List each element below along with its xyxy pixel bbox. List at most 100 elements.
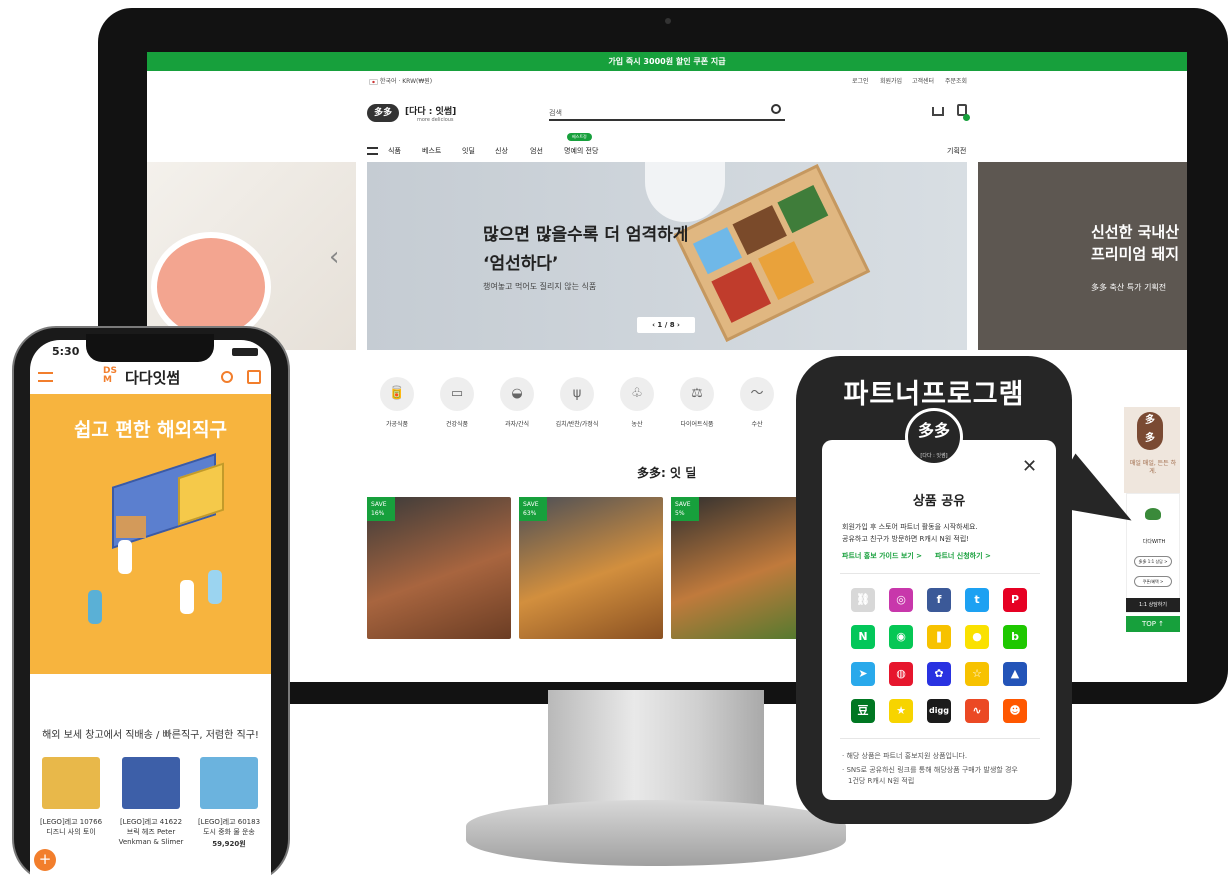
chat-button[interactable]: 1:1 상담하기: [1126, 598, 1180, 612]
naver-icon[interactable]: N: [851, 625, 875, 649]
brand-name: [다다 : 잇썸]: [405, 107, 457, 117]
save-label: SAVE: [675, 501, 691, 508]
telegram-icon[interactable]: ➤: [851, 662, 875, 686]
floating-plus-button[interactable]: +: [34, 849, 56, 871]
side-consult-pill[interactable]: 多多 1:1 상담 >: [1134, 556, 1172, 567]
weibo-icon[interactable]: ◍: [889, 662, 913, 686]
product-name: [LEGO]레고 60183 도시 중화 물 운송: [197, 818, 261, 836]
category-health[interactable]: ▭ 건강식품: [427, 377, 487, 428]
hero-title-line2: ‘엄선하다’: [483, 254, 559, 274]
app-logo-icon: DS M: [103, 366, 117, 385]
save-percent: 16%: [371, 510, 385, 517]
utensils-icon: ψ: [560, 377, 594, 411]
category-label: 수산: [751, 421, 763, 428]
util-order-lookup[interactable]: 주문조회: [945, 76, 967, 85]
category-farm[interactable]: ♧ 농산: [607, 377, 667, 428]
category-processed[interactable]: 🥫 가공식품: [367, 377, 427, 428]
util-support[interactable]: 고객센터: [912, 76, 934, 85]
note-line3: 1건당 R캐시 N원 적립: [848, 777, 915, 785]
veg-compartment: [758, 241, 815, 301]
locale-selector[interactable]: 한국어 · KRW(₩원): [369, 76, 432, 85]
site-logo[interactable]: 多多: [367, 104, 399, 122]
phone-product-card[interactable]: [LEGO]레고 60183 도시 중화 물 운송 59,920원: [194, 757, 264, 849]
nav-food[interactable]: 식품: [388, 146, 401, 156]
kakaotalk-icon[interactable]: ●: [965, 625, 989, 649]
nav-new[interactable]: 신상: [495, 146, 508, 156]
star-icon[interactable]: ☆: [965, 662, 989, 686]
save-badge: SAVE 63%: [519, 497, 547, 521]
brand-tagline: more delicious: [417, 117, 454, 123]
bottle-icon: ▭: [440, 377, 474, 411]
pinterest-icon[interactable]: P: [1003, 588, 1027, 612]
search-input[interactable]: 검색: [549, 100, 785, 121]
side-slogan: 매일 매일, 든든 하게.: [1129, 460, 1177, 475]
digg-icon[interactable]: digg: [927, 699, 951, 723]
save-label: SAVE: [371, 501, 387, 508]
category-seafood[interactable]: 〜 수산: [727, 377, 787, 428]
partner-apply-link[interactable]: 파트너 신청하기 >: [935, 551, 991, 561]
modal-logo-sub: [다다 : 잇썸]: [920, 453, 948, 459]
util-signup[interactable]: 회원가입: [880, 76, 902, 85]
bird-icon: [1145, 508, 1161, 520]
reddit-icon[interactable]: ☻: [1003, 699, 1027, 723]
next-slide-subtitle: 多多 축산 특가 기획전: [1091, 283, 1167, 292]
stumble-icon[interactable]: ∿: [965, 699, 989, 723]
nav-hall-of-fame[interactable]: 명예의 전당: [564, 146, 598, 156]
category-diet[interactable]: ⚖ 다이어트식품: [667, 377, 727, 428]
save-percent: 5%: [675, 510, 685, 517]
nav-best[interactable]: 베스트: [422, 146, 441, 156]
monitor-camera: [665, 18, 671, 24]
product-name: [LEGO]레고 10766 디즈니 사의 토이: [39, 818, 103, 836]
worker-figure: [180, 580, 194, 614]
deal-section-title: 多多: 잇 딜: [637, 466, 697, 480]
hero-pager[interactable]: ‹ 1 / 8 ›: [637, 317, 695, 333]
top-button[interactable]: TOP ↑: [1126, 616, 1180, 632]
boxes-illustration: [116, 516, 146, 538]
nav-select[interactable]: 엄선: [530, 146, 543, 156]
baidu-icon[interactable]: ✿: [927, 662, 951, 686]
partner-guide-link[interactable]: 파트너 홍보 가이드 보기 >: [842, 551, 922, 561]
nav-special[interactable]: 기획전: [947, 146, 966, 156]
monitor-stand-neck: [548, 690, 764, 810]
close-icon[interactable]: ✕: [1022, 456, 1037, 477]
modal-description: 회원가입 후 스토어 파트너 활동을 시작하세요. 공유하고 친구가 방문하면 …: [842, 521, 1042, 545]
korea-flag-icon: [369, 78, 378, 85]
menu-icon[interactable]: [38, 372, 53, 382]
line-icon[interactable]: ◉: [889, 625, 913, 649]
search-icon[interactable]: [771, 104, 781, 114]
util-login[interactable]: 로그인: [852, 76, 869, 85]
arrow-icon[interactable]: ▲: [1003, 662, 1027, 686]
product-image: [42, 757, 100, 809]
category-label: 다이어트식품: [680, 421, 714, 428]
category-kimchi[interactable]: ψ 김치/반찬/가정식: [547, 377, 607, 428]
fish-icon: 〜: [740, 377, 774, 411]
beans-compartment: [711, 262, 772, 323]
phone-product-card[interactable]: [LEGO]레고 41622 브릭 헤즈 Peter Venkman & Sli…: [116, 757, 186, 847]
douban-icon[interactable]: 豆: [851, 699, 875, 723]
kakaostory-icon[interactable]: ❚: [927, 625, 951, 649]
partner-title: 파트너프로그램: [843, 379, 1025, 410]
hero-prev-slide[interactable]: ‹: [147, 162, 356, 350]
bag-icon[interactable]: [247, 370, 261, 384]
prev-arrow-icon[interactable]: ‹: [329, 242, 339, 272]
app-name[interactable]: 다다잇썸: [125, 367, 180, 388]
phone-product-card[interactable]: [LEGO]레고 10766 디즈니 사의 토이: [36, 757, 106, 837]
save-badge: SAVE 5%: [671, 497, 699, 521]
divider: [840, 573, 1040, 574]
favorite-icon[interactable]: ★: [889, 699, 913, 723]
category-snack[interactable]: ◒ 과자/간식: [487, 377, 547, 428]
side-coupon-pill[interactable]: 쿠폰/혜택 >: [1134, 576, 1172, 587]
next-slide-title-line1: 신선한 국내산: [1091, 223, 1180, 241]
band-icon[interactable]: b: [1003, 625, 1027, 649]
hero-subtitle: 챙여놓고 먹어도 질리지 않는 식품: [483, 282, 597, 291]
facebook-icon[interactable]: f: [927, 588, 951, 612]
instagram-icon[interactable]: ◎: [889, 588, 913, 612]
nav-itdeal[interactable]: 잇딜: [462, 146, 475, 156]
twitter-icon[interactable]: t: [965, 588, 989, 612]
link-icon[interactable]: ⛓: [851, 588, 875, 612]
menu-icon[interactable]: [367, 147, 378, 155]
cart-icon[interactable]: [932, 107, 944, 116]
search-icon[interactable]: [221, 371, 233, 383]
top-promo-banner[interactable]: 가입 즉시 3000원 할인 쿠폰 지급: [147, 52, 1187, 71]
scale-icon: ⚖: [680, 377, 714, 411]
